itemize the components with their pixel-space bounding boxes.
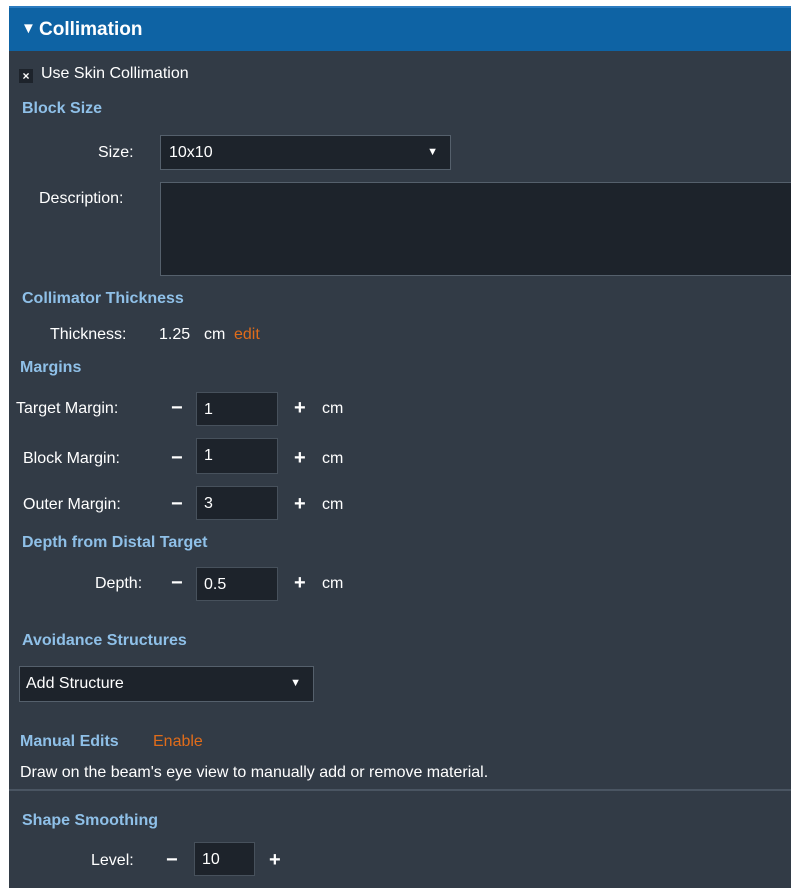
description-label: Description: xyxy=(39,190,124,207)
target-margin-value: 1 xyxy=(204,401,213,418)
thickness-value: 1.25 xyxy=(159,326,191,343)
add-structure-value: Add Structure xyxy=(26,675,124,692)
outer-margin-unit: cm xyxy=(322,496,344,513)
depth-increment-button[interactable]: + xyxy=(294,573,306,593)
manual-edits-description: Draw on the beam's eye view to manually … xyxy=(20,764,489,781)
block-size-heading: Block Size xyxy=(22,100,103,117)
use-skin-collimation-checkbox[interactable]: × xyxy=(19,69,33,83)
depth-label: Depth: xyxy=(95,575,143,592)
level-input[interactable]: 10 xyxy=(194,842,255,876)
level-increment-button[interactable]: + xyxy=(269,850,281,870)
block-size-value: 10x10 xyxy=(169,144,213,161)
section-divider xyxy=(9,789,791,791)
panel-header[interactable]: ▼ Collimation xyxy=(9,6,791,51)
outer-margin-label: Outer Margin: xyxy=(23,496,121,513)
depth-value: 0.5 xyxy=(204,576,227,593)
margins-heading: Margins xyxy=(20,359,82,376)
target-margin-increment-button[interactable]: + xyxy=(294,398,306,418)
thickness-label: Thickness: xyxy=(50,326,127,343)
level-value: 10 xyxy=(202,851,220,868)
outer-margin-value: 3 xyxy=(204,495,213,512)
block-margin-decrement-button[interactable]: − xyxy=(171,448,183,468)
thickness-unit: cm xyxy=(204,326,226,343)
thickness-edit-link[interactable]: edit xyxy=(234,326,260,344)
block-margin-value: 1 xyxy=(204,447,213,464)
panel-title: Collimation xyxy=(39,19,143,40)
dropdown-arrow-icon: ▼ xyxy=(290,677,301,689)
target-margin-decrement-button[interactable]: − xyxy=(171,398,183,418)
target-margin-unit: cm xyxy=(322,400,344,417)
dropdown-arrow-icon: ▼ xyxy=(427,146,438,158)
block-margin-unit: cm xyxy=(322,450,344,467)
level-label: Level: xyxy=(91,852,134,869)
outer-margin-increment-button[interactable]: + xyxy=(294,494,306,514)
depth-decrement-button[interactable]: − xyxy=(171,573,183,593)
level-decrement-button[interactable]: − xyxy=(166,850,178,870)
manual-edits-enable-link[interactable]: Enable xyxy=(153,733,203,751)
use-skin-collimation-label[interactable]: Use Skin Collimation xyxy=(41,65,189,83)
outer-margin-input[interactable]: 3 xyxy=(196,486,278,520)
depth-input[interactable]: 0.5 xyxy=(196,567,278,601)
collimation-panel: ▼ Collimation × Use Skin Collimation Blo… xyxy=(9,6,791,888)
add-structure-dropdown[interactable]: Add Structure ▼ xyxy=(19,666,314,702)
target-margin-label: Target Margin: xyxy=(16,400,119,417)
manual-edits-heading: Manual Edits xyxy=(20,733,119,750)
description-textarea[interactable] xyxy=(160,182,791,276)
size-label: Size: xyxy=(98,144,134,161)
outer-margin-decrement-button[interactable]: − xyxy=(171,494,183,514)
block-margin-label: Block Margin: xyxy=(23,450,120,467)
block-margin-input[interactable]: 1 xyxy=(196,438,278,474)
collapse-triangle-icon[interactable]: ▼ xyxy=(21,20,36,37)
depth-unit: cm xyxy=(322,575,344,592)
depth-heading: Depth from Distal Target xyxy=(22,534,208,551)
collimator-thickness-heading: Collimator Thickness xyxy=(22,290,184,307)
block-margin-increment-button[interactable]: + xyxy=(294,448,306,468)
target-margin-input[interactable]: 1 xyxy=(196,392,278,426)
avoidance-structures-heading: Avoidance Structures xyxy=(22,632,187,649)
shape-smoothing-heading: Shape Smoothing xyxy=(22,812,158,829)
block-size-dropdown[interactable]: 10x10 ▼ xyxy=(160,135,451,170)
